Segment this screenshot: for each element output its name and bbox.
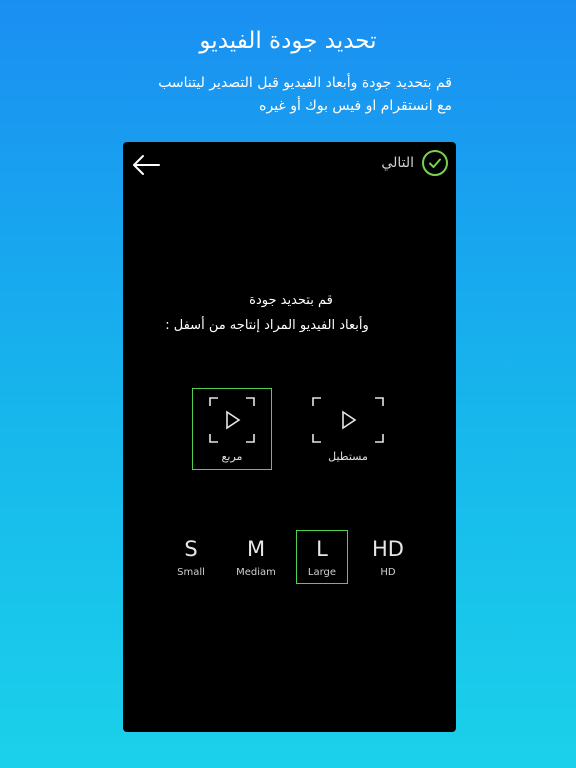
check-circle-icon xyxy=(422,150,448,176)
promo-subtitle-line-2: مع انستقرام او فيس بوك أو غيره xyxy=(259,98,452,114)
quality-name: HD xyxy=(380,567,396,578)
quality-code: L xyxy=(316,537,328,561)
next-button[interactable]: التالي xyxy=(381,150,448,176)
phone-screen: التالي قم بتحديد جودة وأبعاد الفيديو الم… xyxy=(123,142,456,732)
quality-option-medium[interactable]: M Mediam xyxy=(230,530,282,584)
aspect-square-option[interactable]: مربع xyxy=(192,388,272,470)
aspect-rectangle-label: مستطيل xyxy=(328,450,368,463)
back-button[interactable] xyxy=(131,152,161,178)
promo-title: تحديد جودة الفيديو xyxy=(199,28,377,54)
promo-subtitle: قم بتحديد جودة وأبعاد الفيديو قبل التصدي… xyxy=(112,72,452,118)
instructions-line-1: قم بتحديد جودة xyxy=(249,293,333,308)
next-label: التالي xyxy=(381,155,414,171)
quality-option-hd[interactable]: HD HD xyxy=(362,530,414,584)
quality-code: M xyxy=(246,537,266,561)
arrow-left-icon xyxy=(133,155,160,175)
quality-code: S xyxy=(184,537,198,561)
quality-code: HD xyxy=(372,537,404,561)
instructions: قم بتحديد جودة وأبعاد الفيديو المراد إنت… xyxy=(122,288,412,338)
instructions-line-2: وأبعاد الفيديو المراد إنتاجه من أسفل : xyxy=(165,318,369,333)
quality-name: Small xyxy=(177,567,205,578)
quality-name: Large xyxy=(307,567,337,578)
quality-option-large[interactable]: L Large xyxy=(296,530,348,584)
aspect-rectangle-option[interactable]: مستطيل xyxy=(308,388,388,470)
promo-subtitle-line-1: قم بتحديد جودة وأبعاد الفيديو قبل التصدي… xyxy=(158,75,452,91)
rectangle-frame-play-icon xyxy=(312,397,384,443)
aspect-square-label: مربع xyxy=(221,450,243,463)
quality-name: Mediam xyxy=(236,567,276,578)
square-frame-play-icon xyxy=(209,397,255,443)
quality-option-small[interactable]: S Small xyxy=(165,530,217,584)
